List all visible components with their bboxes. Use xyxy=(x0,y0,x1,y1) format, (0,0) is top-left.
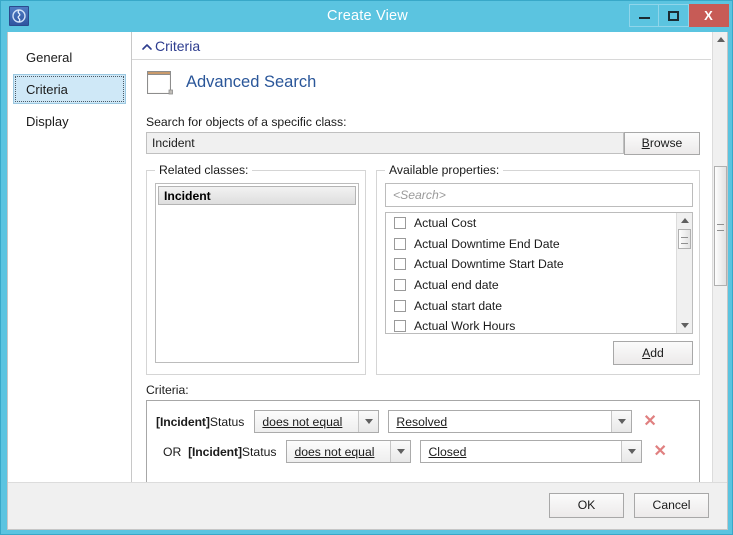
list-item[interactable]: Actual end date xyxy=(386,275,692,296)
cancel-button[interactable]: Cancel xyxy=(634,493,709,518)
window-title: Create View xyxy=(327,8,408,24)
criteria-section-header[interactable]: Criteria xyxy=(132,32,711,60)
sidebar-item-general[interactable]: General xyxy=(13,42,126,72)
title-bar: Create View X xyxy=(1,1,732,32)
property-label: Actual Downtime Start Date xyxy=(414,257,564,272)
list-item[interactable]: Actual Downtime End Date xyxy=(386,234,692,255)
chevron-down-icon[interactable] xyxy=(390,441,411,462)
related-classes-group: Related classes: Incident xyxy=(146,163,366,375)
property-label: Actual start date xyxy=(414,298,503,313)
chevron-up-icon xyxy=(141,41,153,53)
property-label: Actual Cost xyxy=(414,216,477,231)
add-button[interactable]: Add xyxy=(613,341,693,365)
class-field-label: Search for objects of a specific class: xyxy=(146,115,347,129)
section-header-label: Criteria xyxy=(155,37,201,54)
criteria-operator-value: does not equal xyxy=(262,414,343,429)
maximize-icon xyxy=(668,10,679,21)
list-item[interactable]: Actual Work Hours xyxy=(386,316,692,334)
property-label: Actual Downtime End Date xyxy=(414,236,560,251)
content-panel: Criteria Advanced Search Search for obje… xyxy=(132,32,727,529)
properties-search-input[interactable]: <Search> xyxy=(385,183,693,207)
sidebar-item-criteria[interactable]: Criteria xyxy=(13,74,126,104)
checkbox-icon[interactable] xyxy=(394,217,406,230)
criteria-value: Resolved xyxy=(396,414,448,429)
minimize-button[interactable] xyxy=(629,4,659,27)
criteria-object: [Incident] xyxy=(188,444,242,459)
sidebar: General Criteria Display xyxy=(8,32,132,529)
chevron-down-icon[interactable] xyxy=(621,441,642,462)
checkbox-icon[interactable] xyxy=(394,258,406,271)
list-item[interactable]: Actual Cost xyxy=(386,213,692,234)
property-label: Actual Work Hours xyxy=(414,319,516,334)
criteria-row-prefix: [Incident]Status xyxy=(156,415,244,429)
criteria-scroll-body: Advanced Search Search for objects of a … xyxy=(132,60,711,502)
scrollbar-thumb[interactable] xyxy=(678,229,691,249)
page-title-row: Advanced Search xyxy=(146,68,316,96)
criteria-row: OR [Incident]Status does not equal Close… xyxy=(163,439,667,464)
criteria-property: Status xyxy=(241,444,277,459)
property-label: Actual end date xyxy=(414,278,499,293)
criteria-operator-combo[interactable]: does not equal xyxy=(254,410,380,433)
available-properties-group: Available properties: <Search> Actual Co… xyxy=(376,163,700,375)
checkbox-icon[interactable] xyxy=(394,320,406,333)
page-title: Advanced Search xyxy=(186,72,317,91)
properties-listbox[interactable]: Actual Cost Actual Downtime End Date Act… xyxy=(385,212,693,334)
list-item[interactable]: Actual Downtime Start Date xyxy=(386,254,692,275)
scroll-up-icon[interactable] xyxy=(713,32,727,47)
checkbox-icon[interactable] xyxy=(394,237,406,250)
maximize-button[interactable] xyxy=(659,4,689,27)
criteria-row-prefix: OR [Incident]Status xyxy=(163,445,276,459)
chevron-down-icon[interactable] xyxy=(611,411,632,432)
criteria-property: Status xyxy=(209,414,245,429)
related-classes-label: Related classes: xyxy=(155,163,253,177)
minimize-icon xyxy=(638,17,650,19)
window-controls: X xyxy=(629,4,729,27)
browse-button[interactable]: Browse xyxy=(624,132,700,155)
criteria-value: Closed xyxy=(428,444,467,459)
create-view-window: Create View X General Criteria Display C… xyxy=(0,0,733,535)
scroll-down-icon[interactable] xyxy=(677,318,692,333)
criteria-value-combo[interactable]: Resolved xyxy=(388,410,633,433)
footer-bar: OK Cancel xyxy=(8,482,727,529)
scroll-up-icon[interactable] xyxy=(677,213,692,228)
main-scrollbar[interactable] xyxy=(712,32,727,502)
sidebar-item-display[interactable]: Display xyxy=(13,106,126,136)
delete-criteria-icon[interactable]: ✕ xyxy=(643,413,656,430)
criteria-operator-combo[interactable]: does not equal xyxy=(286,440,412,463)
delete-criteria-icon[interactable]: ✕ xyxy=(653,443,666,460)
close-button[interactable]: X xyxy=(689,4,729,27)
criteria-conjunction: OR xyxy=(163,444,182,459)
client-area: General Criteria Display Criteria Advanc… xyxy=(7,32,728,530)
app-icon xyxy=(9,6,29,26)
criteria-value-combo[interactable]: Closed xyxy=(420,440,643,463)
chevron-down-icon[interactable] xyxy=(358,411,379,432)
document-icon xyxy=(146,68,173,96)
related-classes-listbox[interactable]: Incident xyxy=(155,183,359,363)
checkbox-icon[interactable] xyxy=(394,299,406,312)
criteria-object: [Incident] xyxy=(156,414,210,429)
scrollbar-thumb[interactable] xyxy=(714,166,727,286)
criteria-row: [Incident]Status does not equal Resolved… xyxy=(156,409,657,434)
ok-button[interactable]: OK xyxy=(549,493,624,518)
available-properties-label: Available properties: xyxy=(385,163,504,177)
class-value-field[interactable]: Incident xyxy=(146,132,624,154)
list-item[interactable]: Incident xyxy=(158,186,356,205)
properties-scrollbar[interactable] xyxy=(676,213,692,333)
list-item[interactable]: Actual start date xyxy=(386,295,692,316)
checkbox-icon[interactable] xyxy=(394,279,406,292)
criteria-operator-value: does not equal xyxy=(294,444,375,459)
criteria-label: Criteria: xyxy=(146,383,189,397)
